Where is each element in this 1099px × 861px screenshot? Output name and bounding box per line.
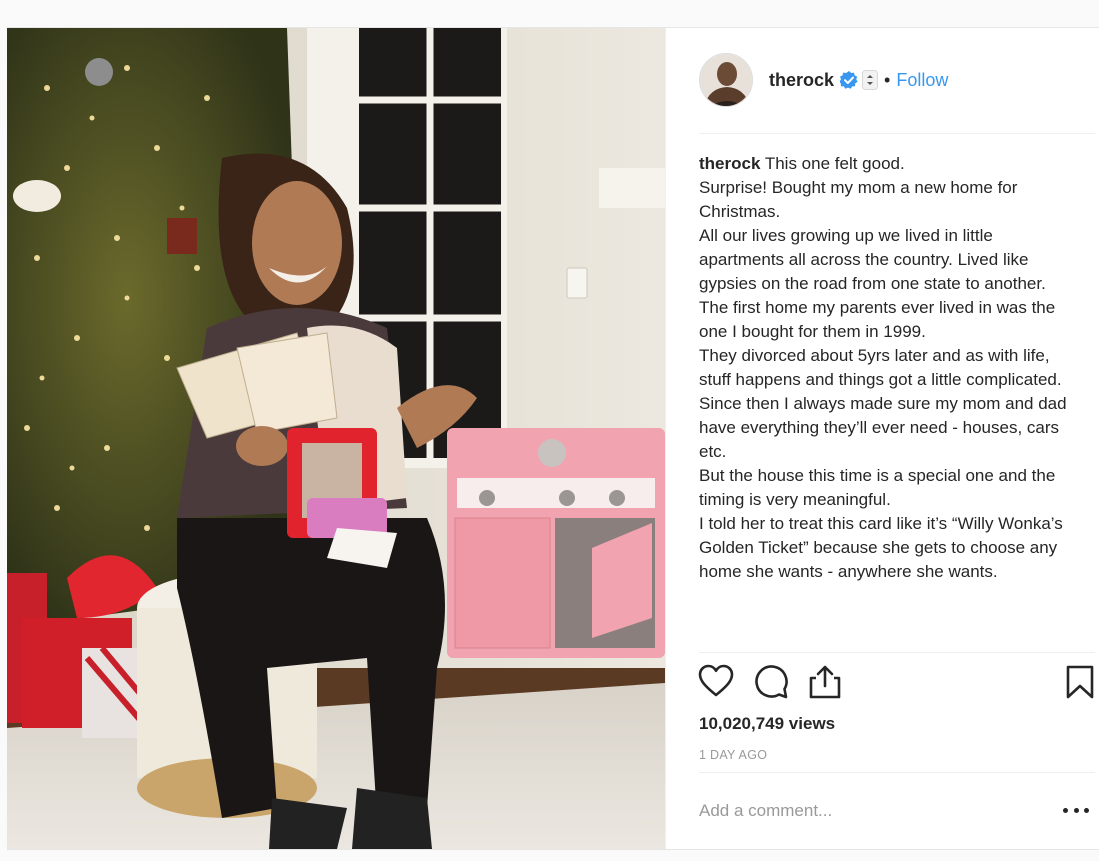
sort-arrows-icon[interactable] [862, 70, 879, 90]
video-frame [7, 28, 665, 849]
caption-line: They divorced about 5yrs later and as wi… [699, 346, 1062, 389]
caption-line: therock This one felt good. [699, 152, 1079, 176]
caption-line: Surprise! Bought my mom a new home for C… [699, 178, 1018, 221]
post-username[interactable]: therock [769, 70, 834, 91]
post-actions [698, 664, 1095, 704]
heart-icon[interactable] [698, 664, 734, 703]
post-side-panel: therock • Follow therock This one felt g… [665, 28, 1099, 849]
caption-divider [699, 652, 1095, 653]
instagram-post: therock • Follow therock This one felt g… [7, 27, 1099, 850]
bookmark-icon[interactable] [1065, 664, 1095, 705]
caption-text: This one felt good. [764, 154, 905, 173]
avatar-image [700, 54, 752, 106]
more-dot [1063, 807, 1068, 813]
follow-button[interactable]: Follow [896, 70, 948, 91]
verified-badge-icon [840, 71, 858, 89]
comment-bubble-icon[interactable] [753, 664, 789, 705]
header-separator: • [884, 69, 891, 90]
header-divider [699, 133, 1095, 134]
caption-line: I told her to treat this card like it’s … [699, 514, 1063, 581]
share-icon[interactable] [808, 664, 842, 705]
post-caption: therock This one felt good. Surprise! Bo… [699, 152, 1079, 652]
avatar[interactable] [699, 53, 753, 107]
post-header: therock • Follow [699, 50, 1095, 110]
caption-line: All our lives growing up we lived in lit… [699, 226, 1046, 293]
caption-line: The first home my parents ever lived in … [699, 298, 1056, 341]
more-options-icon[interactable] [1063, 800, 1089, 820]
post-timestamp[interactable]: 1 DAY AGO [699, 748, 767, 762]
caption-line: But the house this time is a special one… [699, 466, 1056, 509]
post-video[interactable] [7, 28, 665, 849]
view-count[interactable]: 10,020,749 views [699, 714, 835, 734]
comment-divider [699, 772, 1095, 773]
more-dot [1073, 807, 1079, 813]
caption-username[interactable]: therock [699, 154, 760, 173]
caption-line: Since then I always made sure my mom and… [699, 394, 1067, 461]
more-dot [1084, 807, 1089, 813]
comment-input[interactable] [699, 796, 1019, 826]
